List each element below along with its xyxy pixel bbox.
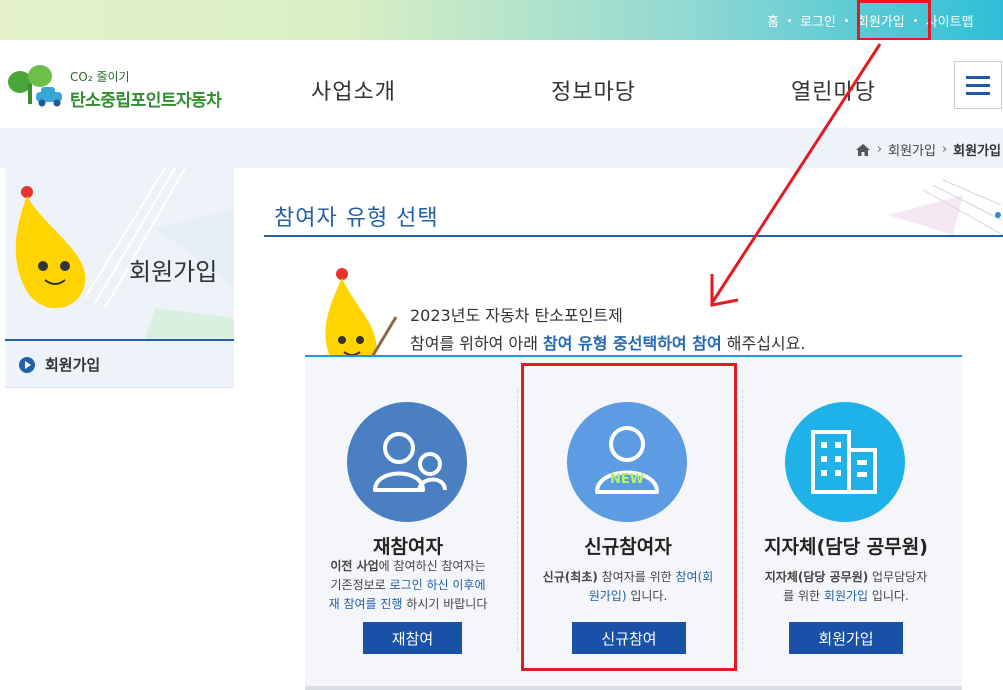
intro-line-2-post: 해주십시요.: [721, 334, 806, 353]
local-gov-circle: [785, 402, 905, 522]
breadcrumb-current: 회원가입: [953, 144, 1001, 159]
join-highlight-box: [857, 0, 931, 41]
hamburger-line: [966, 84, 990, 87]
rejoin-description: 이전 사업에 참여하신 참여자는 기존정보로 로그인 하신 이후에 재 참여를 …: [308, 557, 508, 614]
local-gov-desc-l1: 업무담당자: [868, 570, 928, 584]
sidebar-visual: 회원가입: [5, 168, 234, 339]
gnb-item-business[interactable]: 사업소개: [311, 74, 396, 106]
home-link[interactable]: 홈: [767, 11, 779, 30]
rejoin-desc-l2-highlight: 로그인 하신 이후에: [389, 578, 486, 592]
header: CO₂ 줄이기 탄소중립포인트자동차 사업소개 정보마당 열린마당: [0, 40, 1003, 128]
sidebar-item-join[interactable]: 회원가입: [5, 341, 234, 388]
hamburger-menu-button[interactable]: [954, 61, 1002, 109]
sitemap-link[interactable]: 사이트맵: [926, 11, 974, 30]
breadcrumb-parent[interactable]: 회원가입: [888, 140, 936, 159]
local-gov-join-button[interactable]: 회원가입: [789, 622, 903, 654]
arrow-circle-icon: [19, 357, 35, 373]
breadcrumb-band: › 회원가입 › 회원가입: [0, 128, 1003, 168]
hamburger-line: [966, 76, 990, 79]
sidebar-title: 회원가입: [129, 258, 218, 286]
separator-dot: [844, 18, 848, 22]
gnb-item-open[interactable]: 열린마당: [791, 74, 876, 106]
local-gov-description: 지자체(담당 공무원) 업무담당자 를 위한 회원가입 입니다.: [747, 568, 945, 606]
logo-mark-icon: [8, 65, 62, 107]
sidebar-item-label: 회원가입: [45, 356, 101, 374]
card-divider: [742, 390, 743, 650]
chevron-right-icon: ›: [876, 142, 883, 157]
rejoin-desc-l2-pre: 기존정보로: [330, 578, 390, 592]
local-gov-desc-bold: 지자체(담당 공무원): [764, 570, 869, 584]
hamburger-line: [966, 92, 990, 95]
rejoin-desc-l1: 에 참여하신 참여자는: [378, 559, 486, 573]
logo-tagline: CO₂ 줄이기: [70, 70, 130, 84]
panel-bottom-border: [305, 686, 962, 690]
login-link[interactable]: 로그인: [800, 11, 836, 30]
intro-line-2-emphasis: 참여 유형 중선택하여 참여: [543, 334, 722, 353]
local-gov-desc-l2-pre: 를 위한: [783, 589, 824, 603]
separator-dot: [787, 18, 791, 22]
gnb-item-info[interactable]: 정보마당: [551, 74, 636, 106]
rejoin-button[interactable]: 재참여: [363, 622, 462, 654]
rejoin-desc-l3-post: 하시기 바랍니다: [402, 597, 488, 611]
rejoin-desc-l3-highlight: 재 참여를 진행: [328, 597, 403, 611]
local-gov-title: 지자체(담당 공무원): [764, 536, 928, 558]
intro-line-1: 2023년도 자동차 탄소포인트제: [410, 306, 623, 325]
rejoin-circle: [347, 402, 467, 522]
building-icon: [811, 430, 877, 494]
local-gov-desc-l2-post: 입니다.: [868, 589, 909, 603]
page-title: 참여자 유형 선택: [274, 206, 439, 231]
breadcrumb: › 회원가입 › 회원가입: [855, 140, 1001, 159]
home-icon[interactable]: [855, 143, 871, 157]
chevron-right-icon: ›: [941, 142, 948, 157]
title-underline: [264, 235, 1003, 237]
rejoin-desc-bold: 이전 사업: [330, 559, 379, 573]
users-icon: [373, 432, 447, 492]
card-divider: [517, 390, 518, 650]
local-gov-desc-l2-highlight: 회원가입: [823, 589, 869, 603]
new-join-highlight-box: [521, 363, 737, 671]
site-logo[interactable]: CO₂ 줄이기 탄소중립포인트자동차: [6, 64, 226, 111]
intro-line-2-pre: 참여를 위하여 아래: [410, 334, 544, 353]
intro-line-2: 참여를 위하여 아래 참여 유형 중선택하여 참여 해주십시요.: [410, 330, 805, 354]
rejoin-title: 재참여자: [373, 536, 443, 558]
logo-title: 탄소중립포인트자동차: [70, 91, 222, 111]
